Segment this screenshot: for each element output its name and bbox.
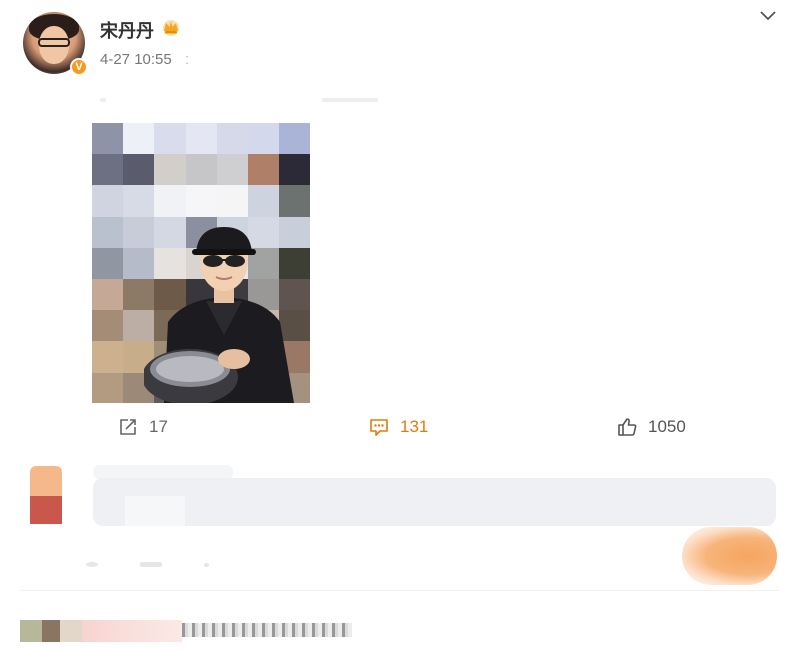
mosaic-tile xyxy=(247,185,280,217)
post-photo[interactable] xyxy=(92,123,310,403)
thumbs-up-icon xyxy=(618,418,637,436)
weibo-post-page: V 宋丹丹 4-27 10:55 : 17 131 1050 xyxy=(0,0,799,650)
comment-count: 131 xyxy=(400,417,429,436)
mosaic-tile xyxy=(92,216,124,248)
mosaic-tile xyxy=(92,123,124,155)
person-figure xyxy=(144,227,294,403)
mosaic-tile xyxy=(185,123,217,155)
mosaic-tile xyxy=(92,247,124,279)
mosaic-tile xyxy=(154,123,186,155)
mosaic-tile xyxy=(216,185,248,217)
divider xyxy=(20,590,779,591)
like-button[interactable]: 1050 xyxy=(616,415,686,439)
post-source: : xyxy=(185,51,190,68)
mosaic-tile xyxy=(216,123,248,155)
verified-badge-icon: V xyxy=(70,58,88,76)
forward-count: 17 xyxy=(149,417,168,436)
blurred-comment-bubble xyxy=(93,478,776,526)
mosaic-tile xyxy=(92,341,124,373)
mosaic-tile xyxy=(185,154,217,186)
mosaic-tile xyxy=(279,154,310,186)
blurred-sticker xyxy=(682,527,777,585)
post-timestamp[interactable]: 4-27 10:55 xyxy=(100,51,172,68)
forward-button[interactable]: 17 xyxy=(117,415,168,439)
mosaic-tile xyxy=(247,123,280,155)
mosaic-tile xyxy=(185,185,217,217)
share-icon xyxy=(120,419,136,435)
mosaic-tile xyxy=(123,154,155,186)
mosaic-tile xyxy=(279,185,310,217)
blurred-post-text xyxy=(100,98,106,102)
mosaic-tile xyxy=(92,310,124,342)
mosaic-tile xyxy=(92,154,124,186)
comment-icon xyxy=(370,419,388,436)
chevron-down-icon[interactable] xyxy=(759,9,777,23)
crown-icon xyxy=(163,20,179,36)
mosaic-tile xyxy=(247,154,280,186)
blurred-commenter-avatar xyxy=(30,466,62,496)
mosaic-tile xyxy=(92,278,124,311)
mosaic-tile xyxy=(92,185,124,217)
mosaic-tile xyxy=(154,185,186,217)
blurred-comment-text xyxy=(182,623,352,637)
mosaic-tile xyxy=(92,372,124,403)
mosaic-tile xyxy=(123,185,155,217)
mosaic-tile xyxy=(123,123,155,155)
mosaic-tile xyxy=(154,154,186,186)
like-count: 1050 xyxy=(648,417,686,436)
mosaic-tile xyxy=(279,123,310,155)
comment-button[interactable]: 131 xyxy=(368,415,428,439)
author-name[interactable]: 宋丹丹 xyxy=(100,17,154,43)
mosaic-tile xyxy=(216,154,248,186)
